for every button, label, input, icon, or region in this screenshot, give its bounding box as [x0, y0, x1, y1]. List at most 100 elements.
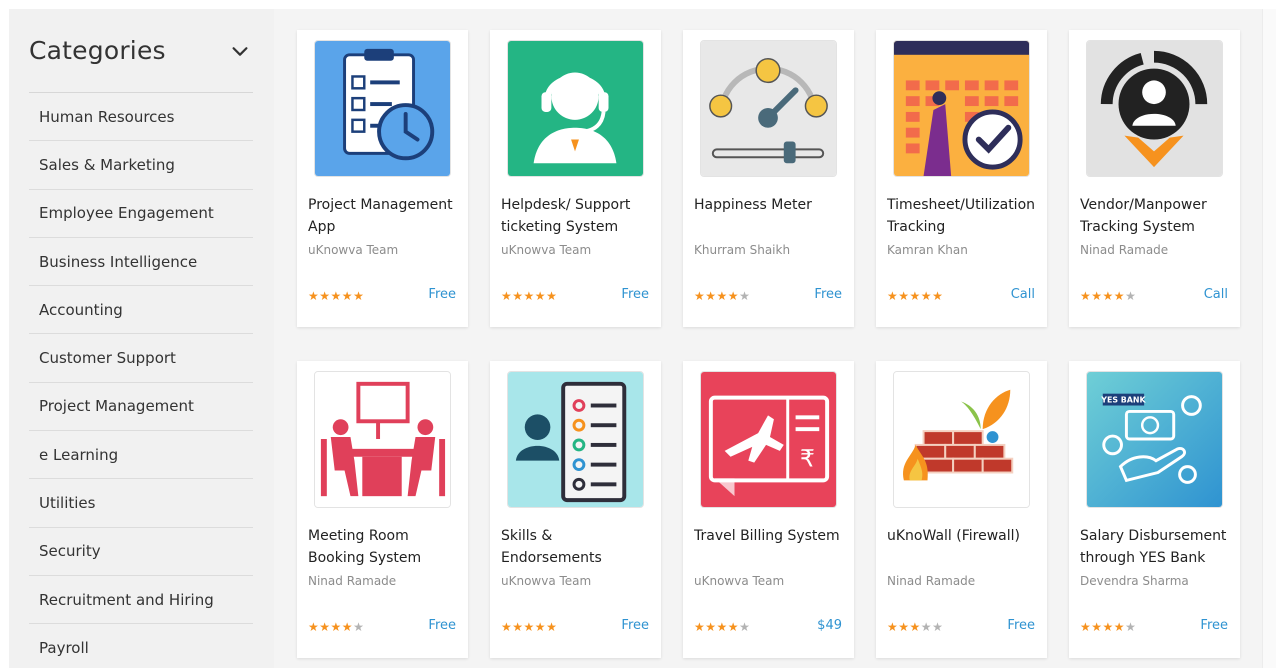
price-label[interactable]: Free [428, 287, 456, 302]
price-label[interactable]: Call [1204, 287, 1228, 302]
app-card[interactable]: uKnoWall (Firewall) Ninad Ramade ★★★★★ F… [876, 361, 1047, 658]
headset-agent-icon [507, 40, 644, 177]
star-filled-icon: ★ [308, 620, 320, 634]
category-item[interactable]: Payroll [29, 624, 253, 668]
app-author: Ninad Ramade [308, 574, 397, 588]
vertical-scrollbar[interactable] [1262, 9, 1276, 668]
price-label[interactable]: Free [621, 618, 649, 633]
star-rating: ★★★★★ [1080, 620, 1136, 634]
star-filled-icon: ★ [546, 620, 558, 634]
app-title[interactable]: Helpdesk/ Support ticketing System [501, 194, 655, 238]
star-rating: ★★★★★ [308, 620, 364, 634]
app-card[interactable]: Vendor/Manpower Tracking System Ninad Ra… [1069, 30, 1240, 327]
price-label[interactable]: Free [1007, 618, 1035, 633]
price-label[interactable]: Free [814, 287, 842, 302]
calendar-check-icon [893, 40, 1030, 177]
app-card[interactable]: Meeting Room Booking System Ninad Ramade… [297, 361, 468, 658]
happiness-gauge-icon [700, 40, 837, 177]
category-item[interactable]: Project Management [29, 383, 253, 432]
svg-text:YES BANK: YES BANK [1100, 396, 1146, 405]
app-author: Ninad Ramade [887, 574, 976, 588]
category-item[interactable]: Sales & Marketing [29, 141, 253, 190]
star-filled-icon: ★ [1080, 289, 1092, 303]
app-title[interactable]: Happiness Meter [694, 194, 848, 216]
star-filled-icon: ★ [523, 289, 535, 303]
star-filled-icon: ★ [1102, 620, 1114, 634]
price-label[interactable]: Free [621, 287, 649, 302]
app-title[interactable]: Project Management App [308, 194, 462, 238]
star-filled-icon: ★ [898, 620, 910, 634]
star-filled-icon: ★ [341, 620, 354, 634]
app-title[interactable]: Vendor/Manpower Tracking System [1080, 194, 1234, 238]
category-item[interactable]: Employee Engagement [29, 190, 253, 238]
category-item[interactable]: Human Resources [29, 93, 253, 142]
star-empty-icon: ★ [1125, 289, 1137, 303]
star-rating: ★★★★★ [501, 289, 557, 303]
app-title[interactable]: Meeting Room Booking System [308, 525, 462, 569]
app-card[interactable]: YES BANK Salary Disbursement through YES… [1069, 361, 1240, 658]
airplane-bill-icon: ₹ [700, 371, 837, 508]
star-rating: ★★★★★ [1080, 289, 1136, 303]
price-label[interactable]: Free [428, 618, 456, 633]
star-filled-icon: ★ [1091, 620, 1103, 634]
app-title[interactable]: Salary Disbursement through YES Bank [1080, 525, 1234, 569]
app-card[interactable]: Helpdesk/ Support ticketing System uKnow… [490, 30, 661, 327]
chevron-down-icon[interactable] [229, 40, 251, 62]
star-empty-icon: ★ [353, 620, 365, 634]
app-title[interactable]: Travel Billing System [694, 525, 848, 547]
star-filled-icon: ★ [716, 620, 728, 634]
star-filled-icon: ★ [353, 289, 365, 303]
app-card[interactable]: Happiness Meter Khurram Shaikh ★★★★★ Fre… [683, 30, 854, 327]
categories-sidebar: Categories Human Resources Sales & Marke… [9, 9, 274, 668]
star-filled-icon: ★ [512, 620, 524, 634]
star-filled-icon: ★ [909, 620, 921, 634]
category-item[interactable]: Security [29, 528, 253, 576]
app-author: uKnowva Team [694, 574, 785, 588]
star-filled-icon: ★ [716, 289, 728, 303]
star-filled-icon: ★ [909, 289, 921, 303]
star-filled-icon: ★ [308, 289, 320, 303]
app-author: Ninad Ramade [1080, 243, 1169, 257]
app-card[interactable]: Skills & Endorsements uKnowva Team ★★★★★… [490, 361, 661, 658]
clipboard-clock-icon [314, 40, 451, 177]
categories-header[interactable]: Categories [29, 9, 253, 93]
star-filled-icon: ★ [705, 620, 717, 634]
category-item[interactable]: Accounting [29, 286, 253, 335]
category-item[interactable]: Business Intelligence [29, 238, 253, 287]
star-filled-icon: ★ [727, 620, 740, 634]
categories-title: Categories [29, 36, 166, 65]
app-card[interactable]: Timesheet/Utilization Tracking Kamran Kh… [876, 30, 1047, 327]
app-author: Kamran Khan [887, 243, 968, 257]
star-rating: ★★★★★ [694, 620, 750, 634]
star-rating: ★★★★★ [887, 289, 943, 303]
app-title[interactable]: uKnoWall (Firewall) [887, 525, 1041, 547]
app-title[interactable]: Skills & Endorsements [501, 525, 655, 569]
star-filled-icon: ★ [1091, 289, 1103, 303]
star-filled-icon: ★ [1080, 620, 1092, 634]
star-empty-icon: ★ [920, 620, 933, 634]
star-rating: ★★★★★ [308, 289, 364, 303]
category-item[interactable]: e Learning [29, 431, 253, 480]
star-filled-icon: ★ [330, 289, 342, 303]
price-label[interactable]: Free [1200, 618, 1228, 633]
star-filled-icon: ★ [1102, 289, 1114, 303]
star-filled-icon: ★ [534, 289, 547, 303]
app-title[interactable]: Timesheet/Utilization Tracking [887, 194, 1041, 238]
app-card[interactable]: Project Management App uKnowva Team ★★★★… [297, 30, 468, 327]
star-rating: ★★★★★ [694, 289, 750, 303]
star-filled-icon: ★ [546, 289, 558, 303]
category-item[interactable]: Utilities [29, 479, 253, 528]
category-item[interactable]: Customer Support [29, 334, 253, 383]
price-label[interactable]: Call [1011, 287, 1035, 302]
star-empty-icon: ★ [932, 620, 944, 634]
star-filled-icon: ★ [1113, 289, 1126, 303]
star-filled-icon: ★ [1113, 620, 1126, 634]
star-filled-icon: ★ [694, 620, 706, 634]
star-filled-icon: ★ [898, 289, 910, 303]
app-author: uKnowva Team [501, 574, 592, 588]
category-item[interactable]: Recruitment and Hiring [29, 576, 253, 625]
bank-payment-icon: YES BANK [1086, 371, 1223, 508]
app-card[interactable]: ₹ Travel Billing System uKnowva Team ★★★… [683, 361, 854, 658]
price-label[interactable]: $49 [817, 618, 842, 633]
star-filled-icon: ★ [319, 289, 331, 303]
